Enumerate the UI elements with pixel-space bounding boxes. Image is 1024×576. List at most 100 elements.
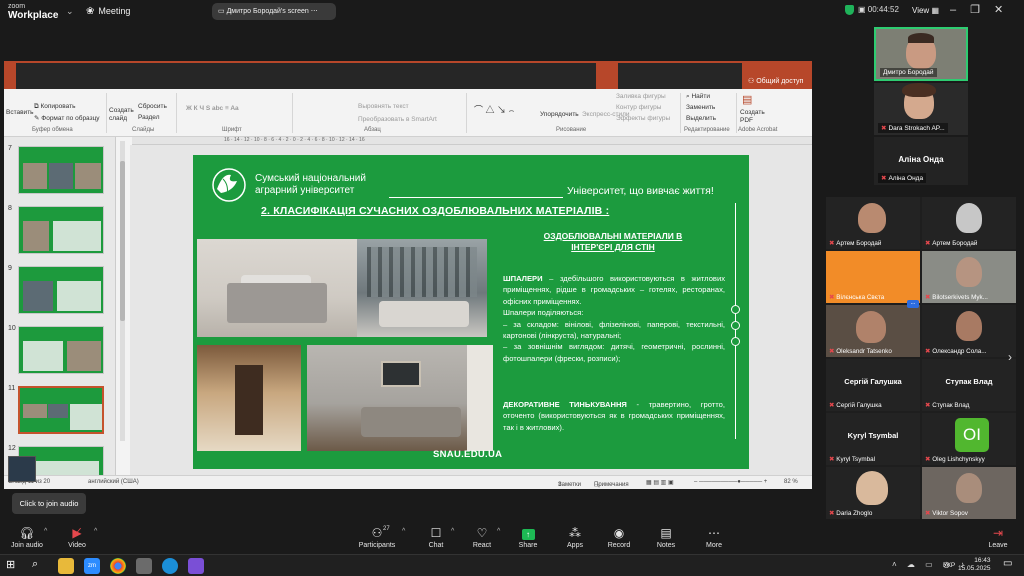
screen-icon: ▭ bbox=[218, 8, 227, 15]
view-buttons[interactable]: ▦ ▤ ▥ ▣ bbox=[646, 479, 674, 486]
slide-thumbnail-selected[interactable] bbox=[18, 386, 104, 434]
new-slide-button[interactable]: Создать слайд bbox=[109, 107, 134, 123]
zoom-slider[interactable]: – ─────────●───── + bbox=[694, 479, 767, 485]
react-button[interactable]: ♡ React ^ bbox=[457, 526, 507, 549]
chevron-right-icon[interactable]: › bbox=[1008, 350, 1012, 364]
edge-icon[interactable] bbox=[162, 558, 178, 574]
chrome-icon[interactable] bbox=[110, 558, 126, 574]
font-controls[interactable]: Ж К Ч S abc ≡ Aa bbox=[186, 105, 239, 112]
create-pdf-button[interactable]: Создать PDF bbox=[740, 109, 770, 125]
close-icon[interactable]: ✕ bbox=[994, 4, 1017, 16]
windows-start-icon[interactable]: ⊞ bbox=[6, 558, 22, 574]
drawing-group-label: Рисование bbox=[556, 127, 587, 133]
notes-button[interactable]: ▤ Notes bbox=[641, 526, 691, 549]
participant-tile[interactable]: ✖ Viktor Sopov bbox=[922, 467, 1016, 519]
replace-button[interactable]: Заменить bbox=[686, 104, 715, 111]
smartart-button[interactable]: Преобразовать в SmartArt bbox=[358, 116, 437, 123]
language-indicator[interactable]: английский (США) bbox=[88, 479, 139, 485]
participant-tile[interactable]: ✖ Вілєнська Свєта bbox=[826, 251, 920, 303]
participant-tile[interactable]: Kyryl Tsymbal ✖ Kyryl Tsymbal bbox=[826, 413, 920, 465]
decorative-circle bbox=[731, 337, 740, 346]
participant-tile[interactable]: Ступак Влад ✖ Ступак Влад bbox=[922, 359, 1016, 411]
copy-button[interactable]: ⧉ Копировать bbox=[34, 103, 75, 111]
search-icon[interactable]: ⌕ bbox=[32, 558, 48, 574]
chevron-up-icon[interactable]: ^ bbox=[451, 528, 454, 535]
active-speaker-tile[interactable]: Дмитро Бородай bbox=[874, 27, 968, 81]
chevron-down-icon[interactable]: ⌄ bbox=[66, 6, 74, 17]
participant-tile[interactable]: ✖ Oleksandr Tatsenko bbox=[826, 305, 920, 357]
participant-tile[interactable]: Аліна Онда ✖ Аліна Онда bbox=[874, 137, 968, 185]
meeting-menu[interactable]: ❀ Meeting bbox=[86, 6, 130, 17]
clock[interactable]: 16:43 15.05.2025 bbox=[958, 557, 991, 573]
chevron-up-icon[interactable]: ^ bbox=[94, 528, 97, 535]
share-access-button[interactable]: ⚇ Общий доступ bbox=[748, 77, 803, 85]
screen-share-indicator[interactable]: ▭ Дмитро Бородай's screen ⋯ bbox=[212, 3, 336, 20]
shape-fill-button[interactable]: Заливка фигуры bbox=[616, 93, 666, 100]
self-video-thumbnail[interactable] bbox=[8, 456, 36, 482]
arrange-button[interactable]: Упорядочить bbox=[540, 111, 579, 118]
thumbnail-scrollbar[interactable] bbox=[120, 141, 125, 441]
paste-button[interactable]: Вставить bbox=[6, 109, 34, 116]
participant-tile[interactable]: OI ✖ Oleg Lishchynskyy bbox=[922, 413, 1016, 465]
participant-tile[interactable]: Сергій Галушка ✖ Сергій Галушка bbox=[826, 359, 920, 411]
slide-thumbnail[interactable] bbox=[18, 326, 104, 374]
reset-button[interactable]: Сбросить bbox=[138, 103, 167, 110]
window-controls[interactable]: –❐✕ bbox=[950, 3, 1017, 16]
participants-button[interactable]: ⚇ 27 Participants ^ bbox=[352, 526, 406, 549]
align-text-button[interactable]: Выровнять текст bbox=[358, 103, 409, 110]
participant-tile[interactable]: ✖ Олександр Сола... bbox=[922, 305, 1016, 357]
minimize-icon[interactable]: – bbox=[950, 4, 970, 16]
viber-icon[interactable] bbox=[188, 558, 204, 574]
calculator-icon[interactable] bbox=[136, 558, 152, 574]
chevron-up-icon[interactable]: ^ bbox=[44, 528, 47, 535]
zoom-app-icon[interactable]: zm bbox=[84, 558, 100, 574]
system-tray[interactable]: ˄ ☁ ▭ ◎ ♪ bbox=[892, 560, 968, 569]
file-explorer-icon[interactable] bbox=[58, 558, 74, 574]
participant-tile[interactable]: ✖ Артем Бородай bbox=[826, 197, 920, 249]
leave-button[interactable]: ⇥ Leave bbox=[973, 526, 1023, 549]
shape-outline-button[interactable]: Контур фигуры bbox=[616, 104, 661, 111]
join-audio-button[interactable]: 🎧︎ Join audio ^ bbox=[2, 526, 52, 549]
shapes-gallery[interactable]: ⌒ △ ↘ ⌢ bbox=[474, 103, 514, 116]
restore-icon[interactable]: ❐ bbox=[970, 4, 994, 16]
zoom-level[interactable]: 82 % bbox=[784, 479, 798, 485]
notes-icon: ▤ bbox=[660, 526, 672, 540]
record-button[interactable]: ◉ Record bbox=[594, 526, 644, 549]
video-button[interactable]: ▶̸ Video ^ bbox=[52, 526, 102, 549]
apps-button[interactable]: ⁂ Apps bbox=[550, 526, 600, 549]
participant-video bbox=[858, 203, 886, 233]
mic-muted-icon: ✖ bbox=[881, 125, 887, 132]
shape-effects-button[interactable]: Эффекты фигуры bbox=[616, 115, 670, 122]
more-button[interactable]: ⋯ More bbox=[689, 526, 739, 549]
ribbon-separator bbox=[176, 93, 177, 133]
participant-tile[interactable]: ✖ Dara Strokach AP... bbox=[874, 83, 968, 135]
grid-icon: ▦ bbox=[931, 6, 939, 15]
format-painter-button[interactable]: ✎ Формат по образцу bbox=[34, 114, 100, 122]
share-button[interactable]: ↑ Share bbox=[503, 526, 553, 549]
participant-tile[interactable]: ✖ Артем Бородай bbox=[922, 197, 1016, 249]
more-icon[interactable]: ⋯ bbox=[309, 8, 318, 15]
slide-thumbnail[interactable] bbox=[18, 146, 104, 194]
participant-tile[interactable]: ✖ Daria Zhoglo bbox=[826, 467, 920, 519]
mic-muted-icon: ✖ bbox=[881, 175, 887, 182]
chevron-up-icon[interactable]: ^ bbox=[497, 528, 500, 535]
find-button[interactable]: ⌕ Найти bbox=[686, 93, 710, 101]
acrobat-group-label: Adobe Acrobat bbox=[738, 127, 778, 133]
view-button[interactable]: View ▦ bbox=[912, 6, 939, 15]
language-indicator[interactable]: УКР bbox=[943, 562, 955, 569]
select-button[interactable]: Выделить bbox=[686, 115, 716, 122]
bedroom-photo bbox=[197, 239, 357, 337]
join-audio-tooltip[interactable]: Click to join audio bbox=[12, 493, 86, 514]
meeting-controls: 🎧︎ Join audio ^ ▶̸ Video ^ ⚇ 27 Particip… bbox=[0, 524, 1024, 554]
chevron-up-icon[interactable]: ^ bbox=[402, 528, 405, 535]
section-button[interactable]: Раздел bbox=[138, 114, 159, 121]
gallery-grid: ✖ Артем Бородай ✖ Артем Бородай ✖ Вілєнська… bbox=[826, 197, 1016, 519]
slide-thumbnail[interactable] bbox=[18, 206, 104, 254]
participant-tile[interactable]: ✖ Bilotserkivets Myk... bbox=[922, 251, 1016, 303]
tile-more-button[interactable]: ... bbox=[907, 300, 919, 308]
participant-video bbox=[956, 203, 982, 233]
chat-button[interactable]: ☐ Chat ^ bbox=[411, 526, 461, 549]
notification-icon[interactable]: ▭ bbox=[1003, 558, 1019, 574]
mic-muted-icon: ✖ bbox=[925, 348, 931, 355]
slide-thumbnail[interactable] bbox=[18, 266, 104, 314]
